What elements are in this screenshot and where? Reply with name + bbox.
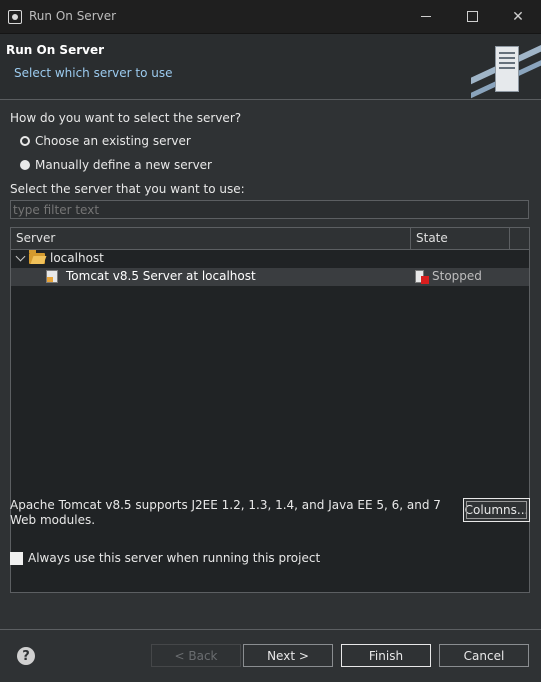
eclipse-icon <box>8 10 22 24</box>
define-new-label: Manually define a new server <box>35 158 212 172</box>
window-title: Run On Server <box>29 9 117 23</box>
server-stopped-icon <box>415 270 429 284</box>
minimize-icon <box>421 16 431 17</box>
checkbox-icon <box>10 551 23 565</box>
select-server-label: Select the server that you want to use: <box>10 182 245 196</box>
cancel-button[interactable]: Cancel <box>439 644 529 667</box>
column-state[interactable]: State <box>416 231 448 245</box>
tree-node-localhost[interactable]: localhost <box>11 250 529 268</box>
server-icon <box>46 270 58 283</box>
column-server[interactable]: Server <box>16 231 55 245</box>
column-divider[interactable] <box>509 228 510 249</box>
maximize-button[interactable] <box>449 0 495 33</box>
folder-icon <box>29 250 45 264</box>
next-button[interactable]: Next > <box>243 644 333 667</box>
close-button[interactable]: ✕ <box>495 0 541 33</box>
table-row[interactable]: Tomcat v8.5 Server at localhost Stopped <box>11 268 529 286</box>
radio-checked-icon <box>20 136 30 146</box>
choose-existing-label: Choose an existing server <box>35 134 191 148</box>
server-banner-icon <box>471 34 541 99</box>
column-divider[interactable] <box>410 228 411 249</box>
wizard-header: Run On Server Select which server to use <box>0 34 541 100</box>
help-icon[interactable]: ? <box>17 647 35 665</box>
finish-button[interactable]: Finish <box>341 644 431 667</box>
choose-existing-radio[interactable]: Choose an existing server <box>20 134 191 148</box>
button-bar: ? < Back Next > Finish Cancel <box>0 630 541 682</box>
define-new-radio[interactable]: Manually define a new server <box>20 158 212 172</box>
back-button[interactable]: < Back <box>151 644 241 667</box>
maximize-icon <box>466 11 478 22</box>
always-use-label: Always use this server when running this… <box>28 551 321 565</box>
table-header: Server State <box>11 228 529 250</box>
server-state: Stopped <box>432 269 482 283</box>
host-label: localhost <box>50 251 104 265</box>
wizard-title: Run On Server <box>6 43 105 57</box>
always-use-checkbox[interactable]: Always use this server when running this… <box>10 551 320 565</box>
server-table: Server State localhost Tomcat v8.5 Serve… <box>10 227 530 593</box>
minimize-button[interactable] <box>403 0 449 33</box>
radio-unchecked-icon <box>20 160 30 170</box>
close-icon: ✕ <box>512 8 524 25</box>
wizard-description: Select which server to use <box>14 66 173 80</box>
filter-input[interactable] <box>10 200 529 219</box>
server-description: Apache Tomcat v8.5 supports J2EE 1.2, 1.… <box>10 498 441 527</box>
chevron-down-icon[interactable] <box>15 251 26 262</box>
title-bar: Run On Server ✕ <box>0 0 541 34</box>
server-name: Tomcat v8.5 Server at localhost <box>66 269 256 283</box>
wizard-content: How do you want to select the server? Ch… <box>0 100 541 628</box>
columns-button[interactable]: Columns... <box>463 498 530 522</box>
selection-question: How do you want to select the server? <box>10 111 242 125</box>
